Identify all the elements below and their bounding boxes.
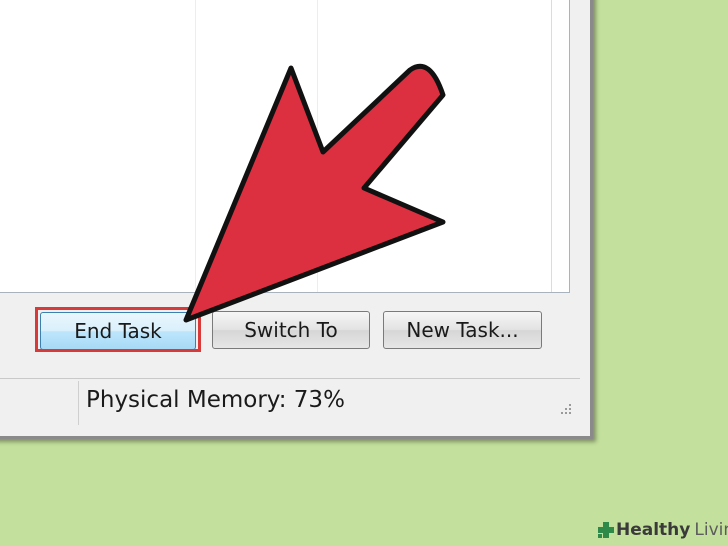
watermark-living: Living — [694, 520, 728, 540]
watermark-healthy: Healthy — [616, 520, 691, 540]
red-arrow-pointer — [183, 63, 446, 323]
healthy-living-cross-icon — [598, 522, 614, 538]
healthy-living-watermark: Healthy Living — [596, 520, 728, 540]
